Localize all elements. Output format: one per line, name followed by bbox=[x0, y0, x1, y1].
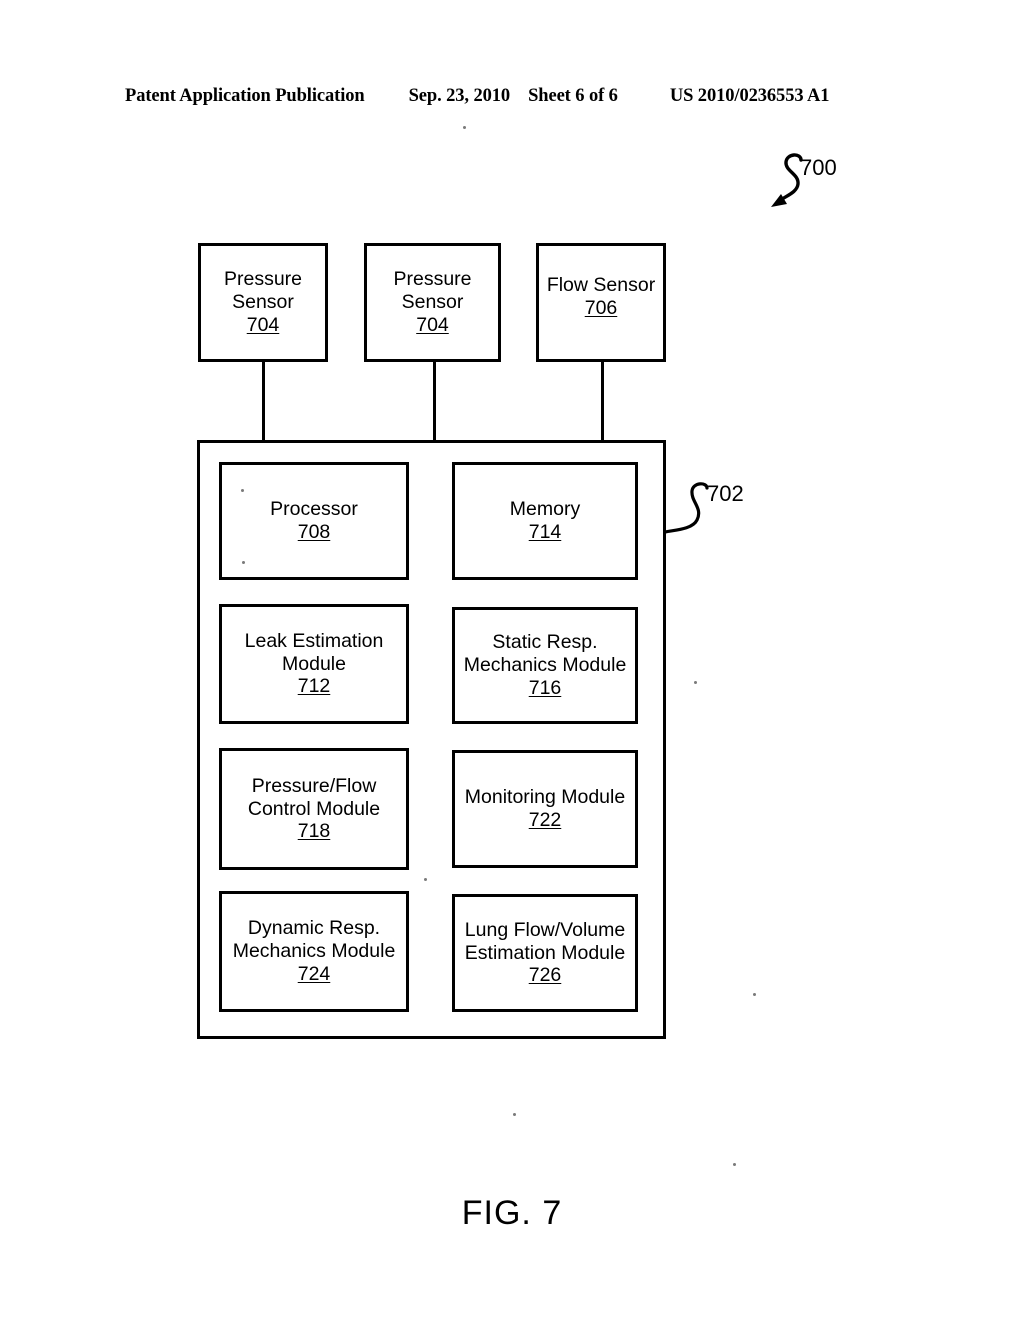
sensor-label-line1: Pressure bbox=[393, 268, 472, 291]
module-label-line1: Pressure/Flow bbox=[251, 774, 377, 797]
module-label-line1: Static Resp. bbox=[492, 631, 598, 654]
module-ref-number: 724 bbox=[297, 962, 331, 985]
module-label-line1: Dynamic Resp. bbox=[247, 917, 381, 940]
module-label-line2: Mechanics Module bbox=[232, 940, 396, 963]
static-resp-mechanics-module-box: Static Resp. Mechanics Module 716 bbox=[452, 607, 638, 724]
monitoring-module-box: Monitoring Module 722 bbox=[452, 750, 638, 868]
module-label-line1: Leak Estimation bbox=[244, 629, 384, 652]
module-label-line1: Monitoring Module bbox=[464, 786, 626, 809]
scan-speck bbox=[463, 126, 466, 129]
processor-module-box: Processor 708 bbox=[219, 462, 409, 580]
sensor-label-line1: Pressure bbox=[223, 268, 303, 291]
leak-estimation-module-box: Leak Estimation Module 712 bbox=[219, 604, 409, 724]
sensor-ref-number: 704 bbox=[416, 313, 449, 336]
module-label-line2: Module bbox=[282, 652, 346, 675]
module-label-line2: Estimation Module bbox=[464, 941, 626, 964]
scan-speck bbox=[241, 489, 244, 492]
pressure-flow-control-module-box: Pressure/Flow Control Module 718 bbox=[219, 748, 409, 870]
scan-speck bbox=[513, 1113, 516, 1116]
sensor-label-line2: Sensor bbox=[401, 291, 464, 314]
sensor-label-line2: Sensor bbox=[232, 291, 294, 314]
callout-label-700: 700 bbox=[800, 155, 837, 180]
flow-sensor-box: Flow Sensor 706 bbox=[536, 243, 666, 362]
module-label-line1: Lung Flow/Volume bbox=[464, 918, 626, 941]
dynamic-resp-mechanics-module-box: Dynamic Resp. Mechanics Module 724 bbox=[219, 891, 409, 1012]
module-ref-number: 714 bbox=[528, 521, 562, 543]
callout-label-702: 702 bbox=[707, 481, 744, 506]
module-label-line1: Processor bbox=[270, 498, 358, 521]
scan-speck bbox=[694, 681, 697, 684]
sensor-label-line1: Flow Sensor bbox=[546, 274, 656, 296]
connector-line-flow-sensor bbox=[601, 361, 604, 441]
connector-line-pressure-sensor-2 bbox=[433, 361, 436, 441]
pressure-sensor-box-1: Pressure Sensor 704 bbox=[198, 243, 328, 362]
scan-speck bbox=[733, 1163, 736, 1166]
module-ref-number: 708 bbox=[297, 521, 331, 543]
module-ref-number: 718 bbox=[297, 820, 331, 843]
module-label-line2: Mechanics Module bbox=[463, 654, 627, 677]
module-ref-number: 712 bbox=[297, 675, 331, 698]
memory-module-box: Memory 714 bbox=[452, 462, 638, 580]
module-ref-number: 716 bbox=[528, 676, 562, 699]
scan-speck bbox=[753, 993, 756, 996]
scan-speck bbox=[424, 878, 427, 881]
figure-caption: FIG. 7 bbox=[461, 1194, 563, 1232]
sensor-ref-number: 704 bbox=[246, 313, 280, 336]
module-ref-number: 722 bbox=[528, 809, 562, 831]
scan-speck bbox=[242, 561, 245, 564]
figure-drawing: 700 Pressure Sensor 704 Pressure Sensor … bbox=[0, 0, 1024, 1320]
module-label-line2: Control Module bbox=[247, 797, 381, 820]
module-ref-number: 726 bbox=[528, 964, 562, 987]
connector-line-pressure-sensor-1 bbox=[262, 361, 265, 441]
lung-flow-volume-estimation-module-box: Lung Flow/Volume Estimation Module 726 bbox=[452, 894, 638, 1012]
pressure-sensor-box-2: Pressure Sensor 704 bbox=[364, 243, 501, 362]
module-label-line1: Memory bbox=[509, 498, 581, 521]
sensor-ref-number: 706 bbox=[584, 296, 618, 319]
